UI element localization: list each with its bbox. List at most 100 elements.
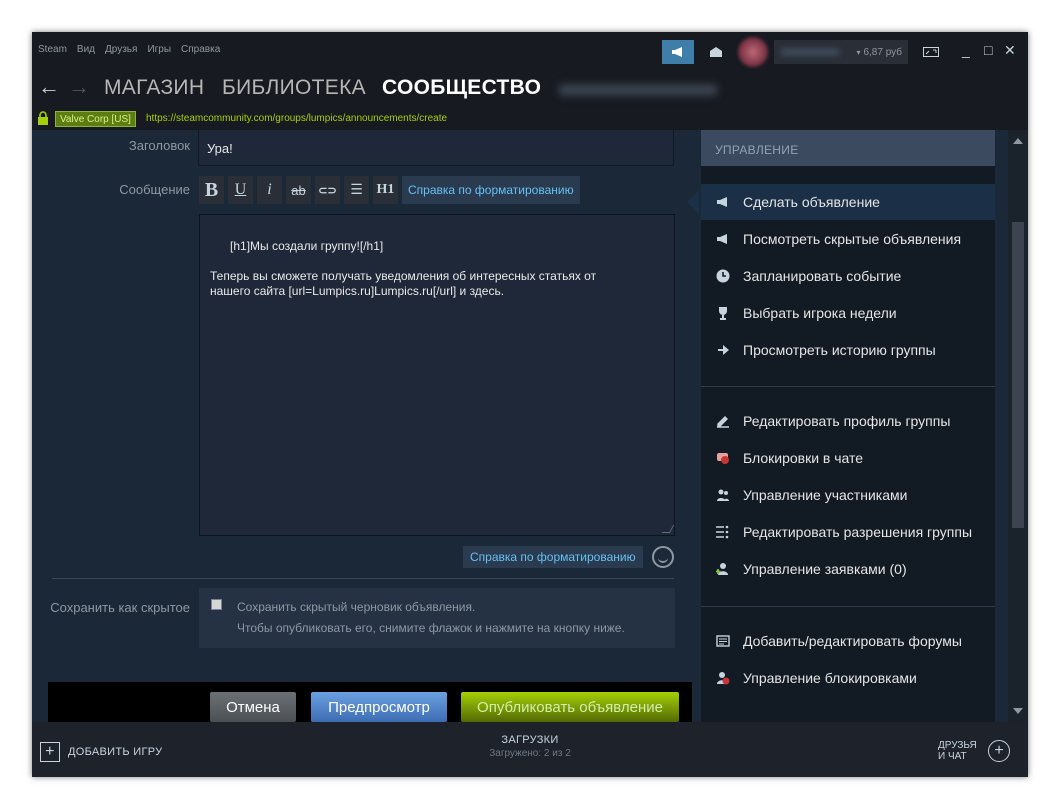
menu-bar: Steam Вид Друзья Игры Справка bbox=[38, 44, 220, 55]
sidebar-item-manage-requests[interactable]: Управление заявками (0) bbox=[701, 551, 995, 587]
sidebar-item-label: Выбрать игрока недели bbox=[743, 305, 897, 321]
sidebar-item-hidden-announcements[interactable]: Посмотреть скрытые объявления bbox=[701, 221, 995, 257]
maximize-icon[interactable]: □ bbox=[984, 42, 992, 58]
title-bar: Steam Вид Друзья Игры Справка ▾ 6,87 руб… bbox=[32, 32, 1028, 70]
announcements-button[interactable] bbox=[662, 40, 694, 64]
message-textarea[interactable]: [h1]Мы создали группу![/h1] Теперь вы см… bbox=[199, 214, 675, 536]
underline-button[interactable]: U bbox=[228, 176, 253, 204]
nav-bar: ← → МАГАЗИН БИБЛИОТЕКА СООБЩЕСТВО bbox=[32, 70, 1028, 108]
sidebar-item-label: Блокировки в чате bbox=[743, 450, 864, 466]
nav-username-blurred[interactable] bbox=[558, 84, 718, 96]
certificate-badge[interactable]: Valve Corp [US] bbox=[55, 111, 136, 127]
sidebar-item-label: Управление участниками bbox=[743, 487, 908, 503]
sidebar-item-chat-bans[interactable]: Блокировки в чате bbox=[701, 440, 995, 476]
url-bar: Valve Corp [US] https://steamcommunity.c… bbox=[32, 108, 1028, 130]
scrollbar[interactable] bbox=[1008, 130, 1028, 722]
menu-friends[interactable]: Друзья bbox=[105, 44, 137, 55]
close-icon[interactable]: ✕ bbox=[1004, 42, 1016, 59]
forum-icon bbox=[715, 633, 731, 649]
chat-block-icon bbox=[715, 450, 731, 466]
hidden-draft-line2: Чтобы опубликовать его, снимите флажок и… bbox=[237, 621, 625, 635]
title-label: Заголовок bbox=[128, 138, 190, 153]
members-icon bbox=[715, 487, 731, 503]
menu-help[interactable]: Справка bbox=[181, 44, 220, 55]
add-user-icon bbox=[715, 561, 731, 577]
list-button[interactable]: ☰ bbox=[344, 176, 369, 204]
scroll-up-icon[interactable] bbox=[1013, 138, 1023, 144]
history-icon bbox=[715, 342, 731, 358]
big-picture-icon bbox=[923, 47, 939, 57]
megaphone-icon bbox=[672, 47, 682, 57]
ban-user-icon bbox=[715, 670, 731, 686]
publish-button[interactable]: Опубликовать объявление bbox=[461, 692, 679, 722]
menu-games[interactable]: Игры bbox=[147, 44, 171, 55]
format-toolbar: B U i ab ⊂⊃ ☰ H1 Справка по форматирован… bbox=[199, 176, 580, 204]
hidden-draft-checkbox[interactable] bbox=[211, 599, 222, 610]
add-game-button[interactable]: + ДОБАВИТЬ ИГРУ bbox=[40, 742, 162, 762]
url-text[interactable]: https://steamcommunity.com/groups/lumpic… bbox=[146, 113, 447, 124]
downloads-button[interactable]: ЗАГРУЗКИ Загружено: 2 из 2 bbox=[452, 734, 608, 759]
divider bbox=[52, 578, 674, 579]
resize-handle-icon[interactable] bbox=[661, 525, 675, 533]
bold-button[interactable]: B bbox=[199, 176, 224, 204]
italic-button[interactable]: i bbox=[257, 176, 282, 204]
pencil-icon bbox=[715, 413, 731, 429]
hidden-label: Сохранить как скрытое bbox=[50, 600, 190, 615]
preview-button[interactable]: Предпросмотр bbox=[311, 692, 447, 722]
scroll-down-icon[interactable] bbox=[1013, 708, 1023, 714]
format-help-link-bottom[interactable]: Справка по форматированию bbox=[463, 546, 643, 568]
strikethrough-button[interactable]: ab bbox=[286, 176, 311, 204]
big-picture-button[interactable] bbox=[918, 40, 944, 64]
sidebar-item-edit-profile[interactable]: Редактировать профиль группы bbox=[701, 403, 995, 439]
sidebar-item-manage-bans[interactable]: Управление блокировками bbox=[701, 660, 995, 696]
heading-button[interactable]: H1 bbox=[373, 176, 398, 204]
link-button[interactable]: ⊂⊃ bbox=[315, 176, 340, 204]
sidebar-item-player-of-week[interactable]: Выбрать игрока недели bbox=[701, 295, 995, 331]
sidebar-item-label: Редактировать профиль группы bbox=[743, 413, 951, 429]
sidebar-item-edit-permissions[interactable]: Редактировать разрешения группы bbox=[701, 514, 995, 550]
format-help-link-top[interactable]: Справка по форматированию bbox=[402, 176, 580, 204]
sidebar-item-label: Добавить/редактировать форумы bbox=[743, 633, 962, 649]
sidebar-separator bbox=[701, 386, 995, 387]
sidebar-item-schedule-event[interactable]: Запланировать событие bbox=[701, 258, 995, 294]
minimize-icon[interactable]: _ bbox=[962, 42, 970, 58]
sidebar-item-label: Посмотреть скрытые объявления bbox=[743, 231, 962, 247]
friends-add-icon[interactable]: + bbox=[988, 740, 1010, 762]
friends-chat-button[interactable]: ДРУЗЬЯ И ЧАТ bbox=[938, 740, 977, 762]
forward-arrow-icon[interactable]: → bbox=[68, 74, 90, 100]
emoticon-icon[interactable] bbox=[652, 546, 674, 568]
announcement-form: Заголовок Ура! Сообщение B U i ab ⊂⊃ ☰ H… bbox=[32, 130, 1008, 722]
sidebar-header: УПРАВЛЕНИЕ bbox=[701, 130, 995, 166]
sidebar-item-group-history[interactable]: Просмотреть историю группы bbox=[701, 332, 995, 368]
steam-window: Steam Вид Друзья Игры Справка ▾ 6,87 руб… bbox=[32, 32, 1028, 777]
sidebar-item-label: Запланировать событие bbox=[743, 268, 902, 284]
megaphone-icon bbox=[715, 231, 731, 247]
tab-community[interactable]: СООБЩЕСТВО bbox=[382, 76, 541, 100]
hidden-draft-description: Сохранить скрытый черновик объявления. Ч… bbox=[237, 597, 625, 639]
bottom-bar: + ДОБАВИТЬ ИГРУ ЗАГРУЗКИ Загружено: 2 из… bbox=[32, 722, 1028, 777]
sidebar-item-label: Просмотреть историю группы bbox=[743, 342, 936, 358]
plus-icon: + bbox=[40, 742, 60, 762]
hidden-draft-line1: Сохранить скрытый черновик объявления. bbox=[237, 600, 476, 614]
title-input[interactable]: Ура! bbox=[198, 130, 674, 166]
menu-view[interactable]: Вид bbox=[77, 44, 95, 55]
account-menu[interactable]: ▾ 6,87 руб bbox=[774, 40, 908, 64]
menu-steam[interactable]: Steam bbox=[38, 44, 67, 55]
avatar[interactable] bbox=[738, 37, 768, 67]
account-name-blurred bbox=[780, 48, 840, 56]
sidebar-item-edit-forums[interactable]: Добавить/редактировать форумы bbox=[701, 623, 995, 659]
sidebar-item-manage-members[interactable]: Управление участниками bbox=[701, 477, 995, 513]
add-game-label: ДОБАВИТЬ ИГРУ bbox=[68, 746, 163, 758]
inbox-button[interactable] bbox=[704, 40, 728, 64]
tab-library[interactable]: БИБЛИОТЕКА bbox=[222, 76, 366, 100]
message-label: Сообщение bbox=[119, 182, 190, 197]
trophy-icon bbox=[715, 305, 731, 321]
cancel-button[interactable]: Отмена bbox=[210, 692, 296, 722]
tab-store[interactable]: МАГАЗИН bbox=[104, 76, 204, 100]
permissions-icon bbox=[715, 524, 731, 540]
scroll-thumb[interactable] bbox=[1012, 222, 1024, 528]
wallet-balance: 6,87 руб bbox=[863, 46, 902, 58]
lock-icon bbox=[38, 111, 48, 125]
sidebar-item-make-announcement[interactable]: Сделать объявление bbox=[687, 184, 995, 220]
back-arrow-icon[interactable]: ← bbox=[38, 74, 60, 100]
